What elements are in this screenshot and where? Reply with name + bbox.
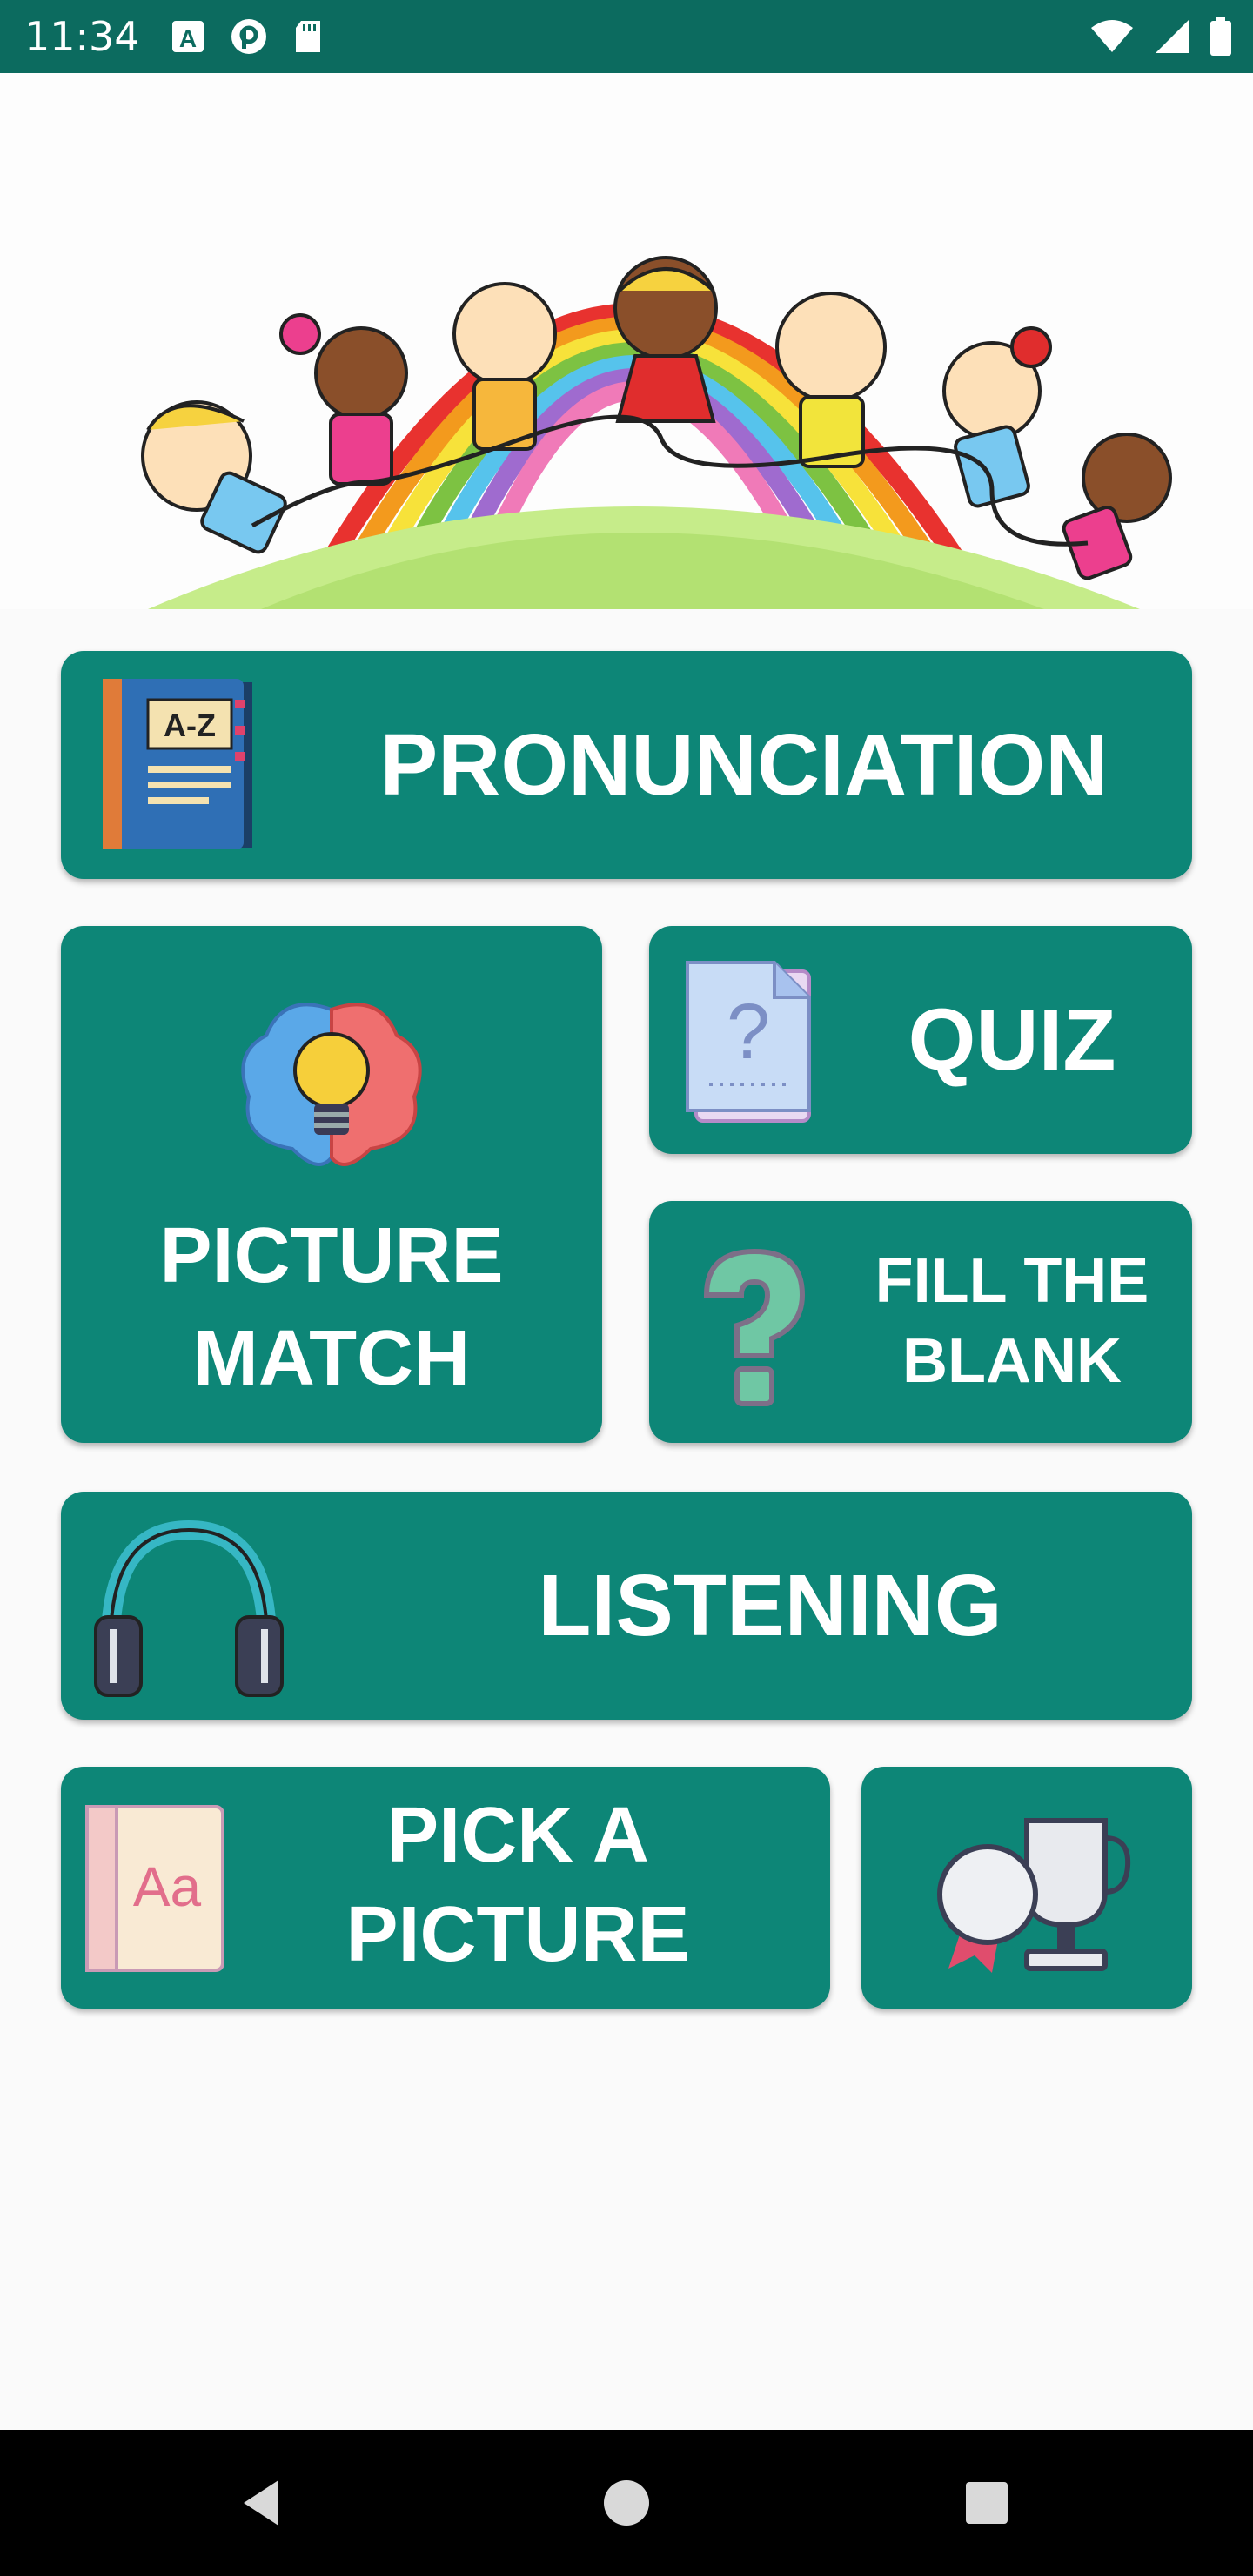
- wifi-icon: [1091, 20, 1133, 52]
- rainbow-children-illustration: [141, 256, 1172, 609]
- status-system-icons: [1089, 16, 1232, 57]
- dictionary-aa-icon: Aa: [85, 1805, 224, 1972]
- pick-a-picture-label-line2: PICTURE: [345, 1891, 690, 1978]
- svg-text:A-Z: A-Z: [164, 708, 216, 743]
- svg-text:A: A: [179, 25, 197, 52]
- quiz-label: QUIZ: [908, 991, 1116, 1089]
- trophy-medal-icon: [937, 1818, 1131, 1973]
- listening-button[interactable]: LISTENING: [61, 1492, 1192, 1720]
- a-z-book-icon: A-Z: [103, 679, 252, 849]
- question-paper-icon: ?: [686, 961, 811, 1123]
- p-notification-icon: [231, 19, 266, 54]
- picture-match-label-line1: PICTURE: [159, 1212, 504, 1299]
- cell-signal-icon: [1156, 20, 1189, 53]
- question-mark-icon: [703, 1248, 806, 1406]
- pronunciation-label: PRONUNCIATION: [379, 716, 1109, 814]
- pronunciation-button[interactable]: A-Z PRONUNCIATION: [61, 651, 1192, 879]
- a-notification-icon: A: [172, 21, 204, 52]
- back-triangle-icon[interactable]: [235, 2475, 291, 2531]
- awards-button[interactable]: [861, 1767, 1192, 2009]
- fill-the-blank-button[interactable]: FILL THE BLANK: [649, 1201, 1192, 1443]
- quiz-button[interactable]: ? QUIZ: [649, 926, 1192, 1154]
- brain-bulb-icon: [241, 1003, 422, 1166]
- recents-square-icon[interactable]: [959, 2475, 1015, 2531]
- status-time: 11:34: [24, 13, 140, 60]
- pick-a-picture-label-line1: PICK A: [386, 1792, 649, 1879]
- fill-the-blank-label-line2: BLANK: [902, 1326, 1122, 1396]
- headphones-icon: [94, 1519, 284, 1697]
- fill-the-blank-label-line1: FILL THE: [874, 1246, 1149, 1316]
- pick-a-picture-button[interactable]: Aa PICK A PICTURE: [61, 1767, 830, 2009]
- system-nav-bar: [0, 2430, 1253, 2576]
- picture-match-button[interactable]: PICTURE MATCH: [61, 926, 602, 1443]
- sd-card-icon: [296, 21, 320, 52]
- status-bar: 11:34 A: [0, 0, 1253, 73]
- svg-text:?: ?: [727, 989, 770, 1076]
- svg-text:Aa: Aa: [133, 1855, 202, 1918]
- battery-icon: [1210, 17, 1231, 56]
- home-circle-icon[interactable]: [599, 2475, 654, 2531]
- hero-illustration: [0, 73, 1253, 609]
- picture-match-label-line2: MATCH: [192, 1315, 471, 1402]
- listening-label: LISTENING: [538, 1557, 1002, 1654]
- status-notification-icons: A: [171, 17, 324, 56]
